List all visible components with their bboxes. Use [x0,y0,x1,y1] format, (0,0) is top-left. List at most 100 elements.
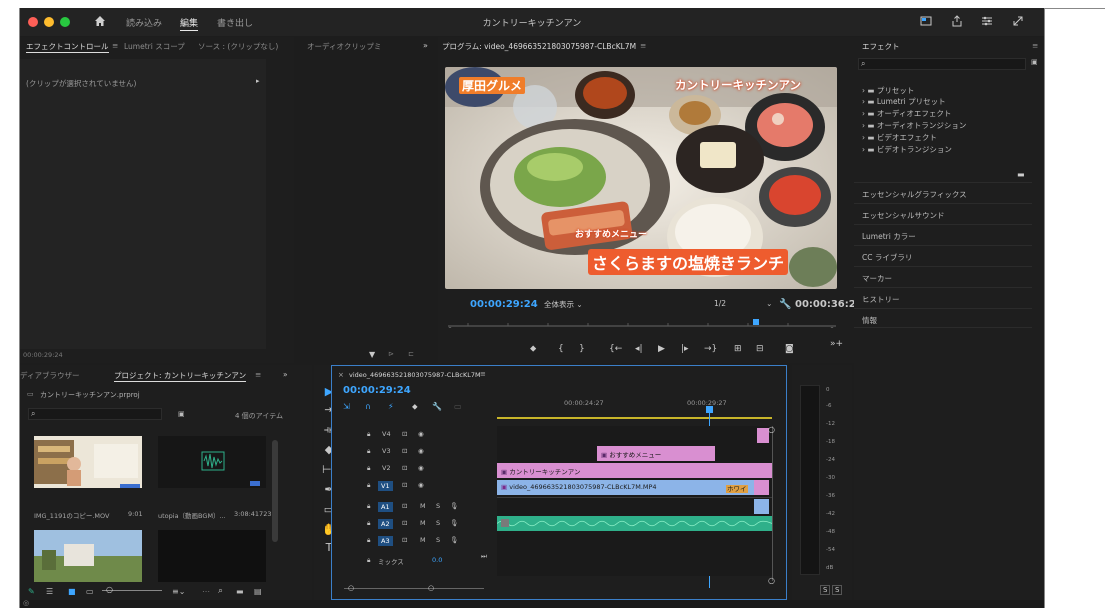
export-frame-icon[interactable]: ⊏ [408,350,414,358]
zoom-slider-handle[interactable]: ○ [106,585,113,594]
program-scrubber[interactable] [448,318,836,328]
wrench-icon[interactable]: 🔧 [779,299,791,310]
sync-lock-icon[interactable]: ⊡ [402,464,407,472]
mute-button[interactable]: M [420,519,426,527]
panel-overflow-icon[interactable]: » [283,370,288,379]
panel-overflow-icon[interactable]: » [423,41,428,50]
extract-icon[interactable]: ⊟ [756,344,764,354]
section-essential-sound[interactable]: エッセンシャルサウンド [854,203,1032,223]
camera-icon[interactable]: ◙ [785,344,794,354]
effects-menu-icon[interactable]: ≡ [1032,41,1038,50]
eye-icon[interactable]: ◉ [418,481,424,489]
tab-source[interactable]: ソース : (クリップなし) [198,41,278,52]
settings-icon[interactable] [981,15,993,27]
button-editor-icon[interactable]: »+ [830,339,843,349]
sync-lock-icon[interactable]: ⊡ [402,481,407,489]
playhead-handle[interactable] [706,406,713,413]
list-view-icon[interactable]: ☰ [46,587,53,596]
find-icon[interactable]: ⌕ [218,586,223,596]
new-bin-icon[interactable]: ▬ [1017,170,1025,179]
mix-value[interactable]: 0.0 [432,556,442,564]
tab-sequence[interactable]: video_469663521803075987-CLBcKL7M [349,371,481,379]
sync-lock-icon[interactable]: ⊡ [402,536,407,544]
microphone-icon[interactable]: 🎙︎ [450,536,458,544]
lock-icon[interactable]: 🔒︎ [367,481,370,490]
timeline-horizontal-scroll[interactable] [344,588,484,589]
tab-lumetri-scopes[interactable]: Lumetri スコープ [124,41,185,52]
new-item-icon[interactable]: ▤ [254,587,262,596]
track-label[interactable]: A3 [378,536,393,546]
go-to-in-icon[interactable]: {← [609,344,622,354]
eye-icon[interactable]: ◉ [418,430,424,438]
workspace-icon[interactable] [920,15,932,27]
project-menu-icon[interactable]: ≡ [255,370,261,379]
project-scrollbar[interactable] [272,440,278,542]
section-history[interactable]: ヒストリー [854,287,1032,307]
section-cc-libraries[interactable]: CC ライブラリ [854,245,1032,265]
clip-v1-tail[interactable]: ホワイ [724,480,754,495]
clip-thumbnail-audio[interactable] [158,436,266,488]
track-label[interactable]: A1 [378,502,393,512]
tab-media-browser[interactable]: ディアブラウザー [20,370,79,381]
resolution-dropdown[interactable]: 1/2 ⌄ [714,299,772,308]
sync-lock-icon[interactable]: ⊡ [402,502,407,510]
program-video-frame[interactable]: 厚田グルメ カントリーキッチンアン おすすめメニュー さくらますの塩焼きランチ [445,67,837,289]
project-search-input[interactable]: ⌕ [28,408,162,420]
track-label[interactable]: V1 [378,481,393,491]
tab-menu-icon[interactable]: ≡ [112,41,118,50]
clip-a1-tail[interactable] [754,499,769,514]
eye-icon[interactable]: ◉ [418,447,424,455]
clip-v1-end[interactable] [754,480,769,495]
tab-program[interactable]: プログラム: video_469663521803075987-CLBcKL7M [442,41,636,52]
close-tab-icon[interactable]: × [338,371,344,379]
program-current-timecode[interactable]: 00:00:29:24 [470,299,538,310]
sort-icon[interactable]: ≡⌄ [172,587,185,596]
scroll-end-handle[interactable]: ○ [428,584,434,592]
solo-button[interactable]: S [436,519,440,527]
section-essential-graphics[interactable]: エッセンシャルグラフィックス [854,182,1032,202]
fx-folder-video-transitions[interactable]: › ▬ ビデオトランジション [862,144,952,155]
fx-folder-presets[interactable]: › ▬ プリセット [862,85,914,96]
clip-thumbnail-empty[interactable] [158,530,266,582]
mute-button[interactable]: M [420,536,426,544]
lift-icon[interactable]: ⊞ [734,344,742,354]
sync-lock-icon[interactable]: ⊡ [402,519,407,527]
clip-v3-recommend[interactable]: ▣ おすすめメニュー [597,446,715,461]
accelerated-effects-icon[interactable]: ▣ [1031,58,1038,66]
section-lumetri-color[interactable]: Lumetri カラー [854,224,1032,244]
snap-icon[interactable]: ∩ [365,402,371,411]
lock-icon[interactable]: 🔒︎ [367,536,370,545]
tab-audio-clip-mixer[interactable]: オーディオクリップミ [307,41,381,52]
icon-view-icon[interactable]: ■ [68,587,76,596]
play-icon[interactable]: ▶ [658,344,665,354]
program-menu-icon[interactable]: ≡ [640,41,646,50]
lock-icon[interactable]: 🔒︎ [367,430,370,439]
lock-icon[interactable]: 🔒︎ [367,556,370,565]
fullscreen-icon[interactable] [1012,15,1024,27]
microphone-icon[interactable]: 🎙︎ [450,519,458,527]
scroll-handle-icon[interactable]: ○ [768,425,775,434]
go-to-out-icon[interactable]: →} [704,344,717,354]
solo-right-button[interactable]: S [832,585,843,595]
solo-button[interactable]: S [436,536,440,544]
filter-icon[interactable]: ▼ [369,350,375,359]
lock-icon[interactable]: 🔒︎ [367,519,370,528]
sync-lock-icon[interactable]: ⊡ [402,430,407,438]
scroll-start-handle[interactable]: ○ [348,584,354,592]
linked-selection-icon[interactable]: ⚡ [388,402,394,411]
sync-lock-icon[interactable]: ⊡ [402,447,407,455]
lock-icon[interactable]: 🔒︎ [367,502,370,511]
clip-a2-music[interactable] [496,516,773,531]
new-search-bin-icon[interactable]: ▣ [178,410,185,418]
fx-folder-lumetri-presets[interactable]: › ▬ Lumetri プリセット [862,96,946,107]
section-info[interactable]: 情報 [854,308,1032,328]
fit-dropdown[interactable]: 全体表示 ⌄ [544,299,583,310]
step-forward-icon[interactable]: |▸ [681,344,689,354]
step-back-icon[interactable]: ◂| [635,344,643,354]
pencil-icon[interactable]: ✎ [28,587,35,596]
freeform-view-icon[interactable]: ▭ [86,587,94,596]
new-bin-icon[interactable]: ▬ [236,587,244,596]
nest-icon[interactable]: ⇲ [343,402,350,411]
sequence-menu-icon[interactable]: ≡ [480,370,486,378]
automate-sequence-icon[interactable]: ⋯ [202,587,210,596]
